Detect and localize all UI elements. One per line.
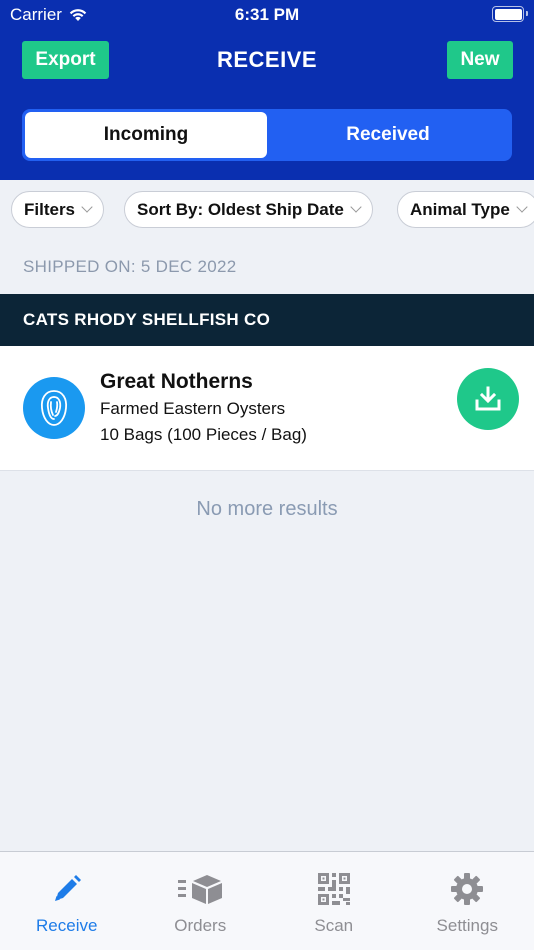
tab-settings[interactable]: Settings bbox=[401, 852, 534, 950]
vendor-name: CATS RHODY SHELLFISH CO bbox=[23, 310, 271, 329]
end-of-list-text: No more results bbox=[196, 498, 338, 520]
gear-icon bbox=[401, 872, 534, 906]
tab-bar: Receive Orders Scan Settings bbox=[0, 851, 534, 950]
tab-received[interactable]: Received bbox=[267, 112, 509, 158]
animal-type-chip[interactable]: Animal Type bbox=[397, 191, 534, 228]
filters-chip[interactable]: Filters bbox=[11, 191, 105, 228]
download-icon bbox=[475, 386, 501, 411]
chevron-down-icon bbox=[81, 201, 93, 213]
tab-label: Orders bbox=[174, 916, 227, 935]
sort-chip-label: Sort By: Oldest Ship Date bbox=[137, 199, 344, 219]
animal-type-chip-label: Animal Type bbox=[410, 199, 510, 219]
tab-receive[interactable]: Receive bbox=[0, 852, 134, 950]
qr-code-icon bbox=[267, 872, 401, 906]
pencil-icon bbox=[0, 872, 134, 906]
item-quantity: 10 Bags (100 Pieces / Bag) bbox=[100, 425, 307, 444]
receive-download-button[interactable] bbox=[457, 368, 519, 430]
tab-orders[interactable]: Orders bbox=[134, 852, 268, 950]
clock: 6:31 PM bbox=[234, 5, 300, 24]
vendor-header: CATS RHODY SHELLFISH CO bbox=[0, 294, 534, 346]
filters-chip-label: Filters bbox=[24, 199, 76, 219]
sort-chip[interactable]: Sort By: Oldest Ship Date bbox=[124, 191, 373, 228]
item-type: Farmed Eastern Oysters bbox=[100, 399, 286, 418]
chevron-down-icon bbox=[350, 201, 362, 213]
oyster-icon bbox=[23, 377, 85, 439]
tab-scan[interactable]: Scan bbox=[267, 852, 401, 950]
section-header: SHIPPED ON: 5 DEC 2022 bbox=[23, 257, 237, 276]
battery-icon bbox=[492, 6, 528, 22]
filter-bar: Filters Sort By: Oldest Ship Date Animal… bbox=[0, 180, 534, 240]
status-bar: Carrier 6:31 PM bbox=[0, 0, 534, 30]
box-icon bbox=[134, 872, 268, 906]
tab-label: Receive bbox=[36, 916, 98, 935]
header: Carrier 6:31 PM Export RECEIVE New Incom… bbox=[0, 0, 534, 180]
new-button[interactable]: New bbox=[447, 41, 513, 79]
chevron-down-icon bbox=[516, 201, 528, 213]
tab-incoming[interactable]: Incoming bbox=[25, 112, 267, 158]
item-name: Great Notherns bbox=[100, 370, 253, 393]
segmented-control: Incoming Received bbox=[22, 109, 512, 161]
tab-label: Settings bbox=[436, 916, 498, 935]
list-item[interactable]: Great Notherns Farmed Eastern Oysters 10… bbox=[0, 346, 534, 471]
tab-label: Scan bbox=[314, 916, 354, 935]
